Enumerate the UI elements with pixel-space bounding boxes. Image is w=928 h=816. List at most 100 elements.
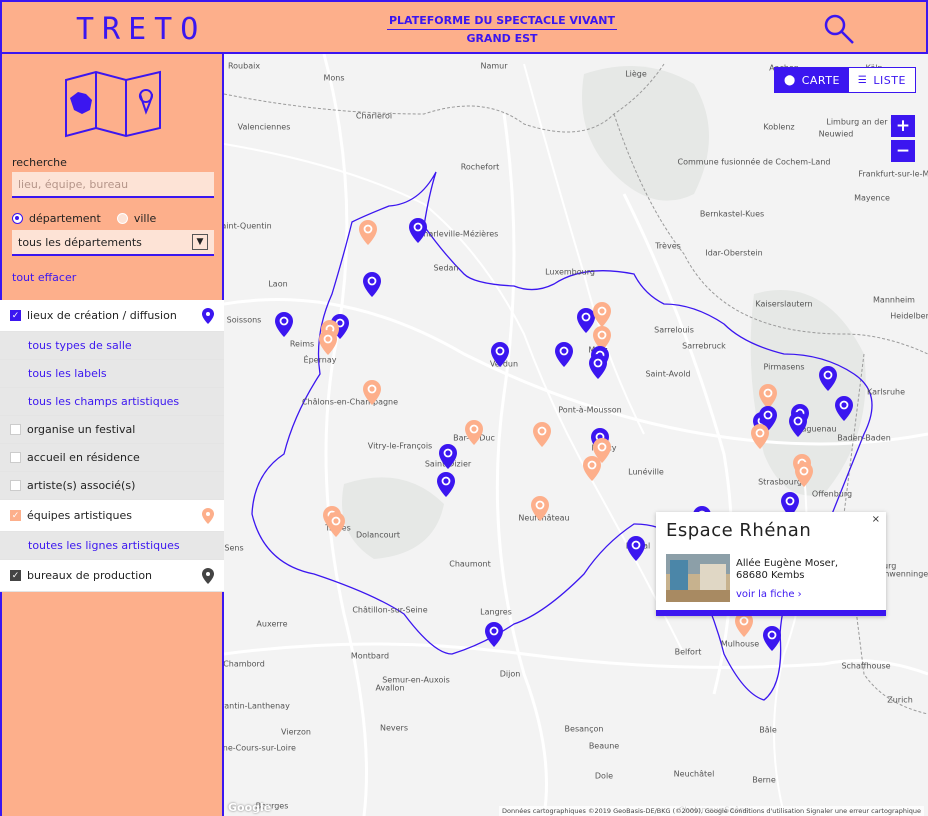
town-label: Offenburg [811, 489, 853, 499]
team-marker[interactable] [464, 419, 484, 446]
town-label: Épernay [303, 355, 337, 365]
map-attribution[interactable]: Données cartographiques ©2019 GeoBasis-D… [499, 806, 924, 816]
town-label: Avallon [375, 683, 405, 693]
logo[interactable]: TRETO [76, 12, 206, 47]
town-label: Châtillon-sur-Seine [352, 605, 428, 615]
town-label: Baden-Baden [837, 433, 891, 443]
venue-marker[interactable] [588, 353, 608, 380]
clear-all-link[interactable]: tout effacer [12, 271, 76, 284]
town-label: Montbard [350, 651, 390, 661]
venue-marker[interactable] [436, 471, 456, 498]
radio-group: département ville [12, 212, 156, 225]
checkbox-lieux[interactable]: ✓ [10, 310, 21, 321]
filter-list: ✓ lieux de création / diffusion tous typ… [0, 300, 226, 592]
view-liste-button[interactable]: ☰ LISTE [849, 68, 915, 92]
town-label: Charleroi [355, 111, 393, 121]
town-label: Idar-Oberstein [705, 248, 763, 258]
venue-marker[interactable] [554, 341, 574, 368]
tagline-line2: GRAND EST [466, 32, 538, 45]
town-label: Trèves [655, 241, 681, 251]
filter-residence[interactable]: accueil en résidence [0, 444, 226, 472]
filter-bureaux[interactable]: ✓ bureaux de production [0, 560, 226, 592]
team-marker[interactable] [362, 379, 382, 406]
town-label: Heidelberg [890, 311, 928, 321]
venue-marker[interactable] [274, 311, 294, 338]
radio-ville-label: ville [133, 212, 157, 225]
town-label: Sens [224, 543, 244, 553]
venue-marker[interactable] [484, 621, 504, 648]
zoom-in-button[interactable]: + [891, 115, 915, 137]
venue-marker[interactable] [408, 217, 428, 244]
town-label: Neuchâtel [673, 769, 715, 779]
town-label: Romorantin-Lanthenay [224, 701, 290, 711]
venue-marker[interactable] [626, 535, 646, 562]
town-label: Valenciennes [237, 122, 291, 132]
sidebar: recherche département ville tous les dép… [0, 54, 226, 816]
town-label: Karlsruhe [866, 387, 906, 397]
team-marker[interactable] [592, 301, 612, 328]
departement-select[interactable]: tous les départements ▼ [12, 230, 214, 256]
team-marker[interactable] [794, 461, 814, 488]
town-label: Vitry-le-François [367, 441, 433, 451]
peach-pin-icon [202, 507, 214, 524]
folded-map-icon [62, 68, 166, 138]
venue-marker[interactable] [438, 443, 458, 470]
town-label: Laon [268, 279, 288, 289]
radio-ville[interactable] [116, 213, 128, 224]
filter-types-salle[interactable]: tous types de salle [0, 332, 226, 360]
filter-lieux[interactable]: ✓ lieux de création / diffusion [0, 300, 226, 332]
filter-equipes[interactable]: ✓ équipes artistiques [0, 500, 226, 532]
town-label: Cosne-Cours-sur-Loire [224, 743, 296, 753]
town-label: Mulhouse [720, 639, 760, 649]
checkbox-bureaux[interactable]: ✓ [10, 570, 21, 581]
filter-festival[interactable]: organise un festival [0, 416, 226, 444]
filter-champs[interactable]: tous les champs artistiques [0, 388, 226, 416]
team-marker[interactable] [750, 423, 770, 450]
filter-artistes[interactable]: artiste(s) associé(s) [0, 472, 226, 500]
town-label: Berne [752, 775, 776, 785]
list-icon: ☰ [857, 74, 868, 86]
filter-lignes[interactable]: toutes les lignes artistiques [0, 532, 226, 560]
town-label: Lunéville [628, 467, 664, 477]
town-label: Schaffhouse [841, 661, 891, 671]
town-label: Roubaix [227, 61, 261, 71]
venue-marker[interactable] [762, 625, 782, 652]
map-base [224, 54, 928, 816]
venue-marker[interactable] [362, 271, 382, 298]
checkbox-equipes[interactable]: ✓ [10, 510, 21, 521]
town-label: Sarrebruck [682, 341, 726, 351]
place-popup: Espace Rhénan × Allée Eugène Moser, 6868… [656, 512, 886, 616]
town-label: Chambord [224, 659, 265, 669]
search-icon[interactable] [820, 10, 860, 48]
checkbox-festival[interactable] [10, 424, 21, 435]
team-marker[interactable] [582, 455, 602, 482]
close-icon[interactable]: × [872, 514, 880, 525]
team-marker[interactable] [326, 511, 346, 538]
team-marker[interactable] [358, 219, 378, 246]
view-carte-button[interactable]: ⬤ CARTE [775, 68, 849, 92]
venue-marker[interactable] [834, 395, 854, 422]
dark-pin-icon [202, 567, 214, 584]
venue-marker[interactable] [490, 341, 510, 368]
checkbox-residence[interactable] [10, 452, 21, 463]
town-label: Dijon [499, 669, 521, 679]
popup-more-link[interactable]: voir la fiche › [736, 589, 802, 600]
checkbox-artistes[interactable] [10, 480, 21, 491]
popup-title: Espace Rhénan [666, 520, 812, 541]
radio-departement[interactable] [12, 213, 23, 224]
popup-address: Allée Eugène Moser, 68680 Kembs [736, 558, 838, 582]
town-label: Sarrelouis [654, 325, 694, 335]
team-marker[interactable] [532, 421, 552, 448]
town-label: Beaune [588, 741, 620, 751]
filter-labels[interactable]: tous les labels [0, 360, 226, 388]
zoom-out-button[interactable]: − [891, 140, 915, 162]
map[interactable]: RoubaixMonsCharleroiNamurLiègeAachenKöln… [224, 54, 928, 816]
venue-marker[interactable] [818, 365, 838, 392]
tagline-line1: PLATEFORME DU SPECTACLE VIVANT [386, 12, 618, 30]
filter-residence-label: accueil en résidence [27, 451, 140, 464]
team-marker[interactable] [530, 495, 550, 522]
venue-marker[interactable] [788, 411, 808, 438]
town-label: Auxerre [256, 619, 288, 629]
team-marker[interactable] [318, 329, 338, 356]
search-input[interactable] [12, 172, 214, 198]
